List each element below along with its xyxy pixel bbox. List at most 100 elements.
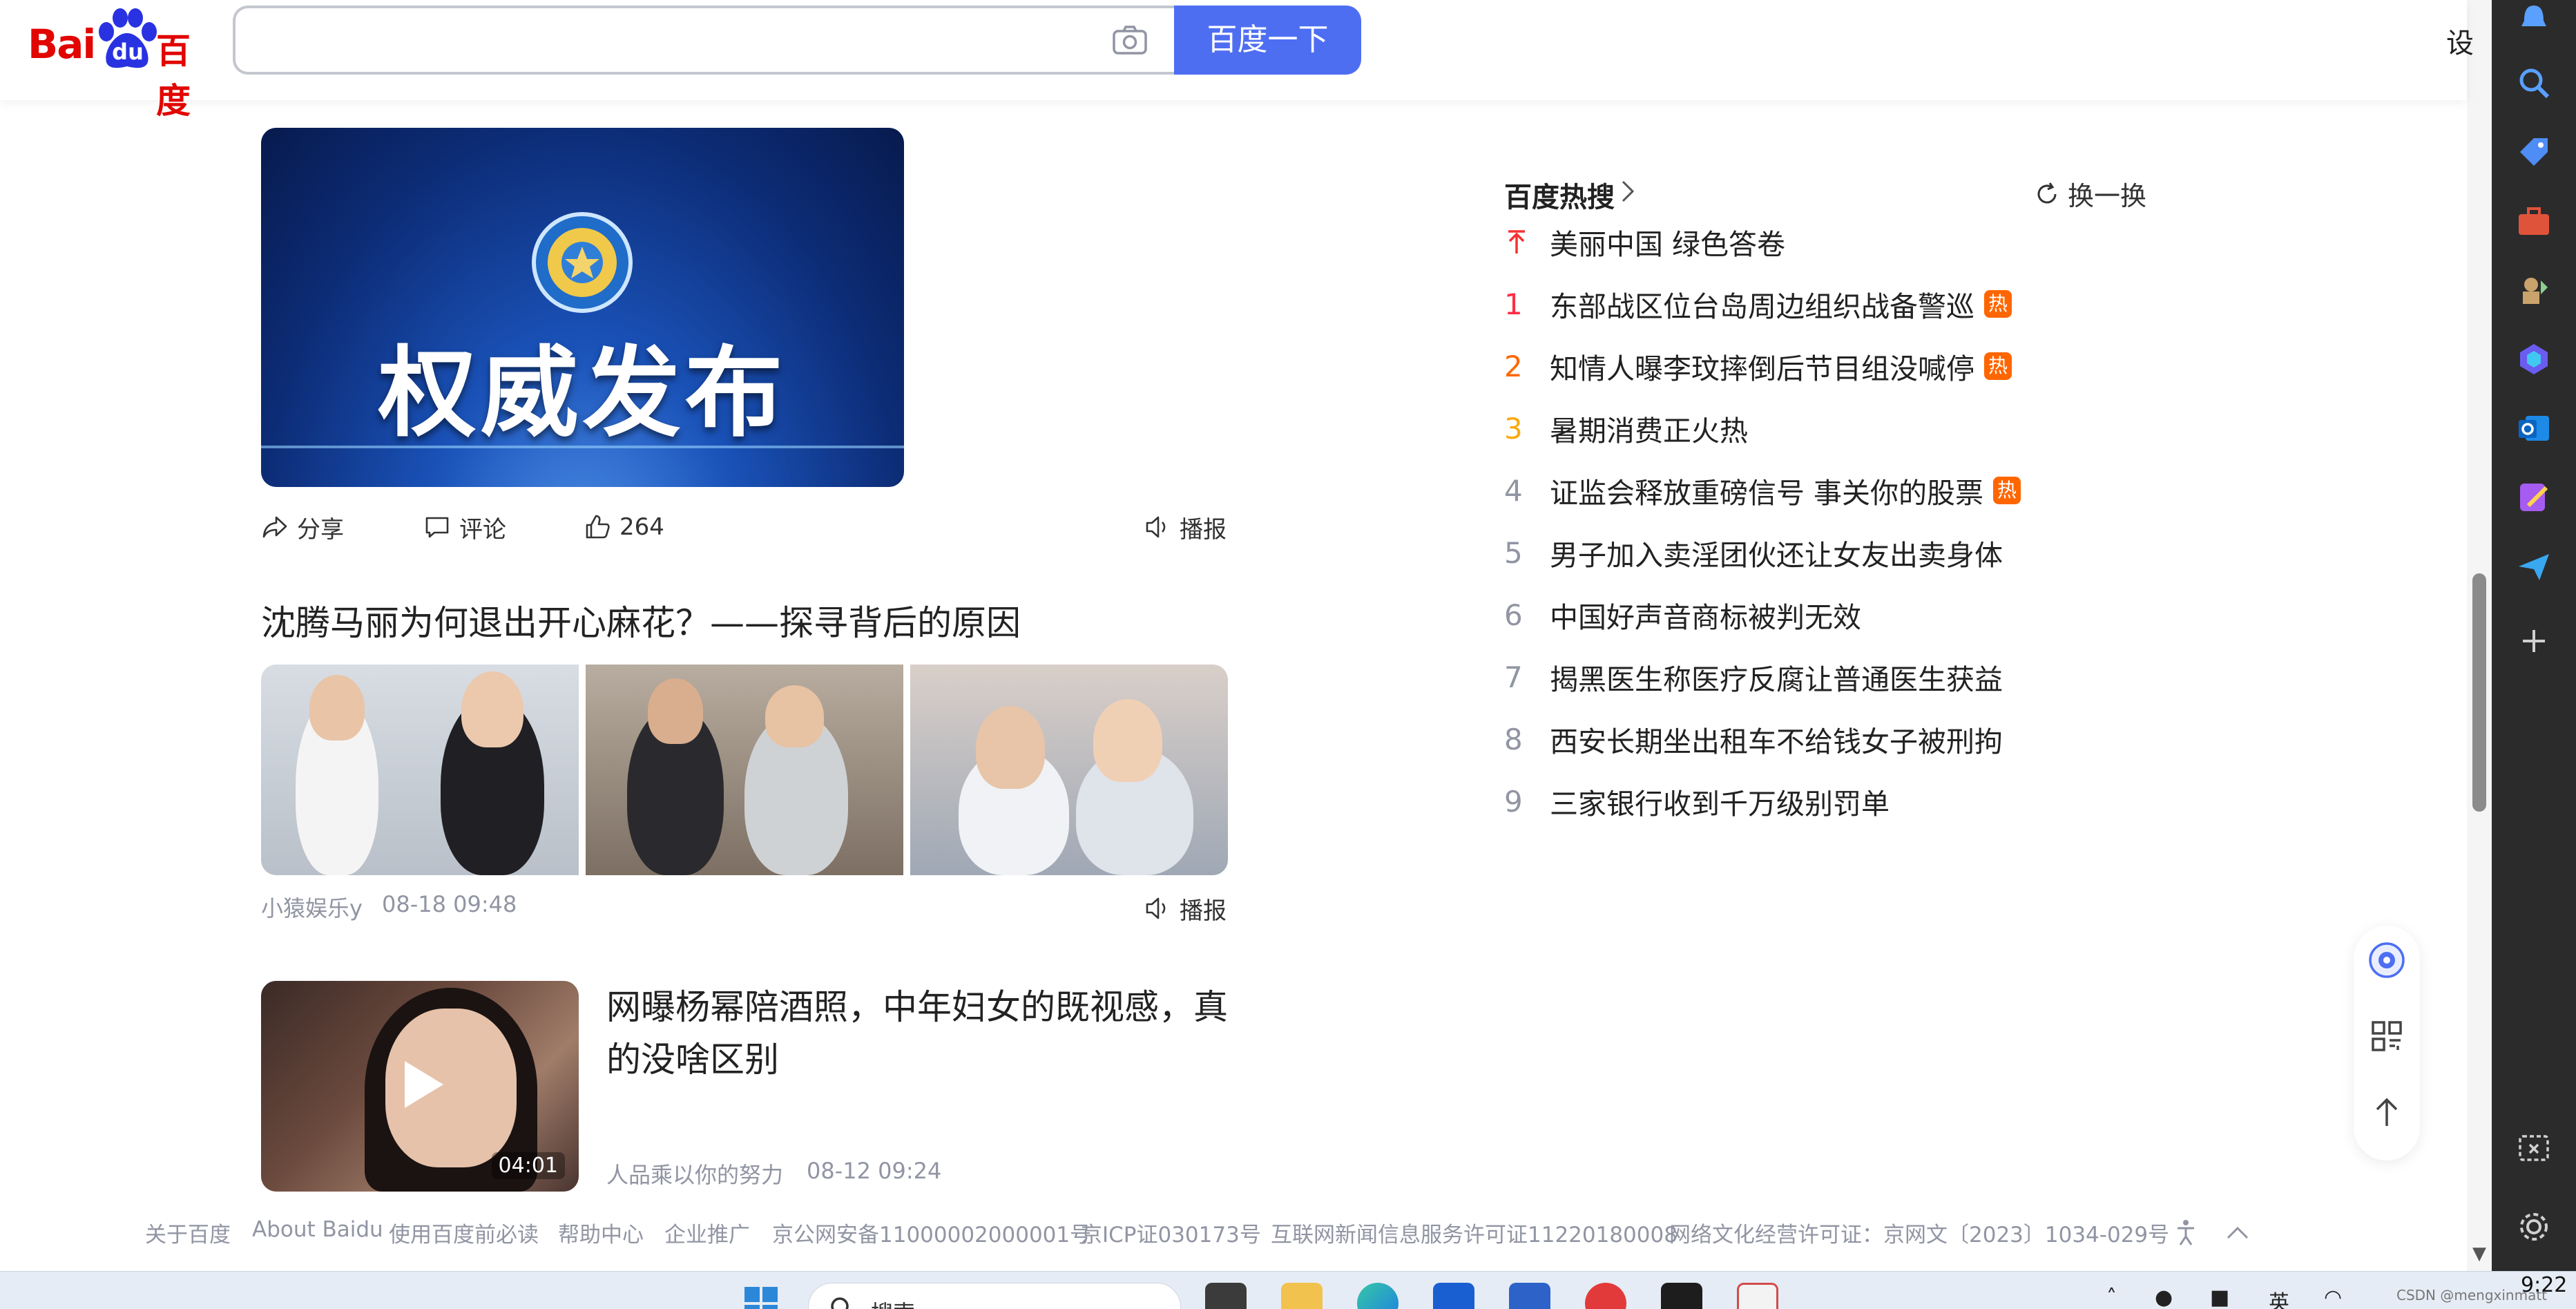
hot-rank: 5 bbox=[1504, 535, 1523, 570]
shopping-tag-icon[interactable] bbox=[2515, 133, 2553, 171]
logo-chinese: 百度 bbox=[156, 31, 191, 121]
article-image-strip[interactable] bbox=[261, 665, 1228, 875]
chevron-right-icon[interactable] bbox=[1616, 178, 1640, 205]
notification-bell-icon[interactable] bbox=[2515, 0, 2553, 39]
search-input[interactable] bbox=[253, 8, 1082, 72]
document-app-icon[interactable] bbox=[1737, 1283, 1778, 1309]
games-icon[interactable] bbox=[2515, 271, 2553, 309]
video-meta: 人品乘以你的努力 08-12 09:24 bbox=[606, 1158, 1228, 1192]
article-title[interactable]: 沈腾马丽为何退出开心麻花？——探寻背后的原因 bbox=[261, 595, 1021, 645]
send-icon[interactable] bbox=[2515, 547, 2553, 586]
accessibility-icon[interactable] bbox=[2172, 1219, 2200, 1246]
pin-top-icon bbox=[1508, 230, 1525, 254]
article-image-1 bbox=[261, 665, 579, 875]
like-button[interactable]: 264 bbox=[584, 506, 664, 548]
file-explorer-icon[interactable] bbox=[1281, 1283, 1323, 1309]
hot-item[interactable]: 2 知情人曝李玟摔倒后节目组没喊停 热 bbox=[1504, 338, 2146, 394]
taskbar-search[interactable]: 搜索 bbox=[808, 1283, 1181, 1309]
taskbar-clock[interactable]: 9:22 bbox=[2521, 1273, 2567, 1297]
share-button[interactable]: 分享 bbox=[261, 506, 344, 548]
broadcast-button[interactable]: 播报 bbox=[1144, 506, 1227, 548]
camera-icon[interactable] bbox=[1112, 25, 1148, 55]
hot-item-top[interactable]: 美丽中国 绿色答卷 bbox=[1504, 214, 2146, 269]
footer-link[interactable]: 企业推广 bbox=[664, 1217, 750, 1248]
scrollbar-thumb[interactable] bbox=[2472, 573, 2486, 812]
footer-link[interactable]: 网络文化经营许可证：京网文〔2023〕1034-029号 bbox=[1669, 1217, 2169, 1248]
footer-link[interactable]: 使用百度前必读 bbox=[389, 1217, 539, 1248]
tray-chevron-up-icon[interactable]: ˄ bbox=[2106, 1286, 2117, 1309]
tray-app-icon[interactable]: ● bbox=[2155, 1286, 2173, 1309]
chevron-up-icon[interactable] bbox=[2224, 1220, 2251, 1245]
comment-button[interactable]: 评论 bbox=[423, 506, 506, 548]
pycharm-icon[interactable] bbox=[1661, 1283, 1702, 1309]
hot-badge: 热 bbox=[1984, 352, 2012, 380]
edge-browser-icon[interactable] bbox=[1357, 1283, 1398, 1309]
hot-badge: 热 bbox=[1984, 290, 2012, 318]
video-thumbnail[interactable]: 04:01 bbox=[261, 981, 579, 1192]
hot-item[interactable]: 3 暑期消费正火热 bbox=[1504, 401, 2146, 456]
toolbox-icon[interactable] bbox=[2515, 202, 2553, 240]
designer-icon[interactable] bbox=[2515, 478, 2553, 517]
security-app-icon[interactable] bbox=[1433, 1283, 1474, 1309]
logo-du: du bbox=[112, 39, 144, 65]
hot-item[interactable]: 4 证监会释放重磅信号 事关你的股票 热 bbox=[1504, 463, 2146, 518]
wifi-icon[interactable]: ◠ bbox=[2324, 1286, 2342, 1309]
music-app-icon[interactable] bbox=[1585, 1283, 1626, 1309]
hot-search-title[interactable]: 百度热搜 bbox=[1504, 175, 1615, 215]
footer-link[interactable]: 关于百度 bbox=[145, 1217, 231, 1248]
like-count: 264 bbox=[619, 513, 664, 541]
hot-rank: 6 bbox=[1504, 598, 1523, 632]
video-source[interactable]: 人品乘以你的努力 bbox=[606, 1158, 783, 1189]
search-icon bbox=[831, 1297, 849, 1309]
browser-window: Bai du 百度 百度一下 设 权威发布 分享 评论 264 播报 沈腾马丽为… bbox=[0, 0, 2576, 1309]
search-button[interactable]: 百度一下 bbox=[1174, 6, 1361, 75]
page-footer: 关于百度 About Baidu 使用百度前必读 帮助中心 企业推广 京公网安备… bbox=[0, 1217, 2467, 1259]
baidu-logo[interactable]: Bai du 百度 bbox=[28, 8, 213, 121]
search-box bbox=[233, 6, 1175, 75]
hot-item[interactable]: 1 东部战区位台岛周边组织战备警巡 热 bbox=[1504, 276, 2146, 332]
settings-gear-icon[interactable] bbox=[2515, 1207, 2553, 1246]
copilot-icon[interactable] bbox=[2515, 340, 2553, 379]
task-view-icon[interactable] bbox=[1205, 1283, 1247, 1309]
hot-rank: 4 bbox=[1504, 473, 1523, 508]
outlook-icon[interactable] bbox=[2515, 409, 2553, 448]
broadcast-button-2[interactable]: 播报 bbox=[1144, 888, 1227, 929]
footer-link[interactable]: 互联网新闻信息服务许可证11220180008 bbox=[1271, 1217, 1678, 1248]
hot-item[interactable]: 8 西安长期坐出租车不给钱女子被刑拘 bbox=[1504, 711, 2146, 767]
hot-item[interactable]: 5 男子加入卖淫团伙还让女友出卖身体 bbox=[1504, 525, 2146, 580]
footer-link[interactable]: About Baidu bbox=[252, 1217, 383, 1242]
broadcast-label: 播报 bbox=[1180, 515, 1227, 544]
scroll-down-arrow-icon[interactable]: ▼ bbox=[2472, 1243, 2486, 1264]
hot-item[interactable]: 9 三家银行收到千万级别罚单 bbox=[1504, 774, 2146, 829]
hot-item-text: 暑期消费正火热 bbox=[1550, 414, 1748, 448]
hot-item-text: 西安长期坐出租车不给钱女子被刑拘 bbox=[1550, 725, 2003, 758]
store-icon[interactable] bbox=[1509, 1283, 1550, 1309]
search-icon[interactable] bbox=[2515, 64, 2553, 102]
footer-link[interactable]: 京公网安备11000002000001号 bbox=[772, 1217, 1091, 1248]
hot-search-header: 百度热搜 换一换 bbox=[1504, 169, 2146, 213]
back-to-top-icon[interactable] bbox=[2367, 1093, 2406, 1131]
video-duration: 04:01 bbox=[491, 1152, 565, 1179]
taskbar-search-placeholder: 搜索 bbox=[871, 1296, 915, 1309]
hot-item[interactable]: 6 中国好声音商标被判无效 bbox=[1504, 587, 2146, 642]
settings-link[interactable]: 设 bbox=[2446, 21, 2474, 61]
footer-link[interactable]: 帮助中心 bbox=[558, 1217, 644, 1248]
footer-link[interactable]: 京ICP证030173号 bbox=[1081, 1217, 1261, 1248]
add-icon[interactable] bbox=[2515, 622, 2553, 660]
hot-rank: 3 bbox=[1504, 411, 1523, 446]
windows-start-icon[interactable] bbox=[740, 1283, 782, 1309]
ime-indicator[interactable]: 英 bbox=[2269, 1286, 2289, 1309]
hot-item[interactable]: 7 揭黑医生称医疗反腐让普通医生获益 bbox=[1504, 649, 2146, 705]
news-card-image[interactable]: 权威发布 bbox=[261, 128, 904, 487]
qr-code-icon[interactable] bbox=[2367, 1017, 2406, 1055]
hot-item-text: 证监会释放重磅信号 事关你的股票 bbox=[1550, 477, 1984, 510]
hot-item-text: 揭黑医生称医疗反腐让普通医生获益 bbox=[1550, 663, 2003, 696]
screenshot-icon[interactable] bbox=[2515, 1129, 2553, 1168]
tray-app-icon[interactable]: ■ bbox=[2210, 1286, 2229, 1309]
refresh-button[interactable]: 换一换 bbox=[2033, 175, 2146, 213]
article-image-3 bbox=[910, 665, 1228, 875]
ai-assistant-icon[interactable] bbox=[2367, 941, 2406, 980]
video-title[interactable]: 网曝杨幂陪酒照，中年妇女的既视感，真的没啥区别 bbox=[606, 981, 1228, 1086]
hot-rank: 7 bbox=[1504, 660, 1523, 694]
browser-sidebar bbox=[2492, 0, 2576, 1271]
